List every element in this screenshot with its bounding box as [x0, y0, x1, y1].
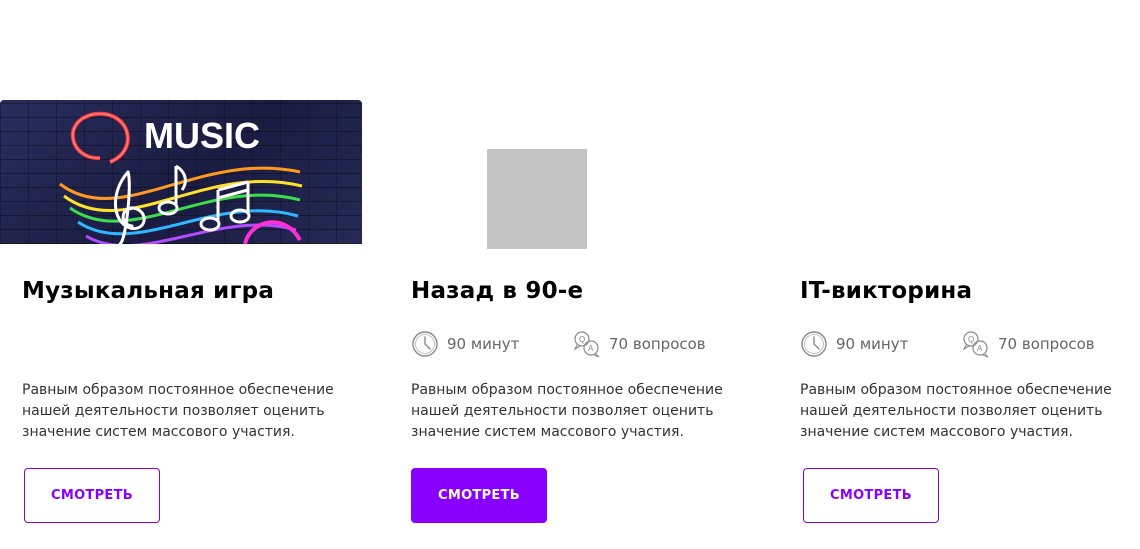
- image-placeholder: [487, 149, 587, 249]
- clock-icon: [800, 330, 828, 358]
- qa-icon: QA: [962, 330, 990, 358]
- duration: 90 минут: [411, 329, 519, 359]
- svg-text:Q: Q: [579, 335, 585, 344]
- card-meta: 90 минут QA 70 вопросов: [800, 329, 1120, 359]
- card-title: Музыкальная игра: [22, 278, 275, 304]
- questions-count: QA 70 вопросов: [573, 329, 706, 359]
- quiz-card-90s: Назад в 90-е 90 минут QA 70 вопросов Рав…: [389, 0, 751, 549]
- svg-text:A: A: [977, 344, 983, 353]
- card-description: Равным образом постоянное обеспечение на…: [800, 382, 1112, 440]
- clock-icon: [411, 330, 439, 358]
- music-neon-image: MUSIC: [0, 100, 362, 244]
- watch-button[interactable]: СМОТРЕТЬ: [24, 468, 160, 523]
- watch-button[interactable]: СМОТРЕТЬ: [803, 468, 939, 523]
- questions-text: 70 вопросов: [998, 335, 1095, 353]
- duration-text: 90 минут: [447, 335, 520, 353]
- music-logo-text: MUSIC: [144, 115, 260, 156]
- duration: 90 минут: [800, 329, 908, 359]
- music-neon-illustration: MUSIC: [59, 111, 303, 244]
- card-image-container: [389, 100, 751, 249]
- quiz-card-it: IT-викторина 90 минут QA 70 вопросов Рав…: [778, 0, 1140, 549]
- duration-text: 90 минут: [836, 335, 909, 353]
- qa-icon: QA: [573, 330, 601, 358]
- card-image-container: MUSIC: [0, 100, 362, 244]
- svg-text:A: A: [588, 344, 594, 353]
- card-title: Назад в 90-е: [411, 278, 584, 304]
- watch-button[interactable]: СМОТРЕТЬ: [411, 468, 547, 523]
- card-meta: 90 минут QA 70 вопросов: [411, 329, 731, 359]
- quiz-card-music: MUSIC Музыкальная игра Равным образом по…: [0, 0, 362, 549]
- svg-text:Q: Q: [968, 335, 974, 344]
- card-description: Равным образом постоянное обеспечение на…: [411, 382, 723, 440]
- questions-text: 70 вопросов: [609, 335, 706, 353]
- questions-count: QA 70 вопросов: [962, 329, 1095, 359]
- card-description: Равным образом постоянное обеспечение на…: [22, 382, 334, 440]
- card-title: IT-викторина: [800, 278, 973, 304]
